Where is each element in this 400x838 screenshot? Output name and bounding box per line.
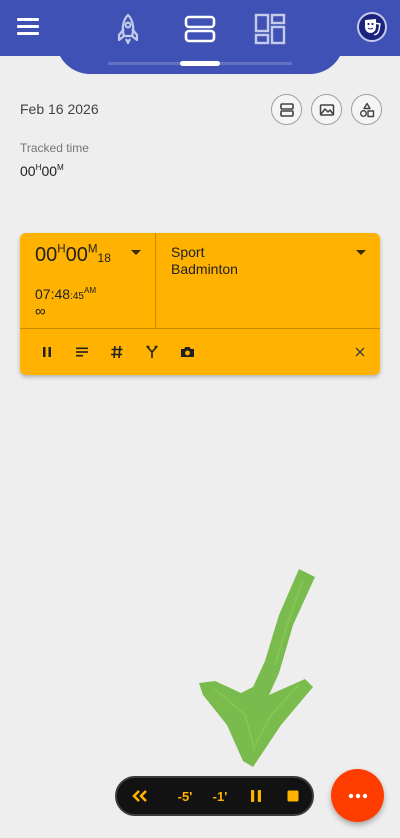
tracked-time-label: Tracked time — [20, 141, 89, 155]
minus-1-minute-button[interactable]: -1' — [209, 778, 231, 814]
shapes-icon[interactable] — [351, 94, 382, 125]
chevron-down-icon[interactable] — [131, 250, 141, 255]
stop-icon[interactable] — [282, 778, 304, 814]
theater-masks-icon[interactable] — [357, 12, 387, 42]
tracked-time-value: 00H00M — [20, 162, 64, 179]
close-icon[interactable] — [350, 342, 370, 362]
pause-icon[interactable] — [37, 342, 57, 362]
tags-icon[interactable] — [107, 342, 127, 362]
double-chevron-left-icon[interactable] — [127, 778, 153, 814]
split-icon[interactable] — [142, 342, 162, 362]
playback-controls: -5' -1' — [115, 776, 314, 816]
timer-start-time[interactable]: 07:48:45AM — [35, 286, 96, 302]
notes-icon[interactable] — [72, 342, 92, 362]
page-indicator-active — [180, 61, 220, 66]
more-dots-icon[interactable] — [331, 769, 384, 822]
hand-drawn-arrow-icon — [199, 569, 315, 767]
timer-duration[interactable]: 00H00M18 — [35, 243, 111, 267]
timer-card[interactable]: 00H00M18 07:48:45AM ∞ Sport Badminton — [20, 233, 380, 375]
timer-category[interactable]: Sport — [171, 244, 204, 260]
hamburger-menu-icon[interactable] — [17, 18, 39, 36]
stream-view-icon[interactable] — [271, 94, 302, 125]
card-divider-vertical — [155, 233, 156, 328]
stream-view-icon[interactable] — [183, 12, 217, 46]
camera-icon[interactable] — [177, 342, 197, 362]
chevron-down-icon[interactable] — [356, 250, 366, 255]
dashboard-grid-icon[interactable] — [253, 12, 287, 46]
pause-icon[interactable] — [245, 778, 267, 814]
timer-end-time[interactable]: ∞ — [35, 303, 46, 320]
landscape-image-icon[interactable] — [311, 94, 342, 125]
card-divider-horizontal — [20, 328, 380, 329]
current-date[interactable]: Feb 16 2026 — [20, 101, 99, 117]
minus-5-minutes-button[interactable]: -5' — [173, 778, 197, 814]
timer-activity[interactable]: Badminton — [171, 261, 238, 277]
rocket-icon[interactable] — [111, 12, 145, 46]
